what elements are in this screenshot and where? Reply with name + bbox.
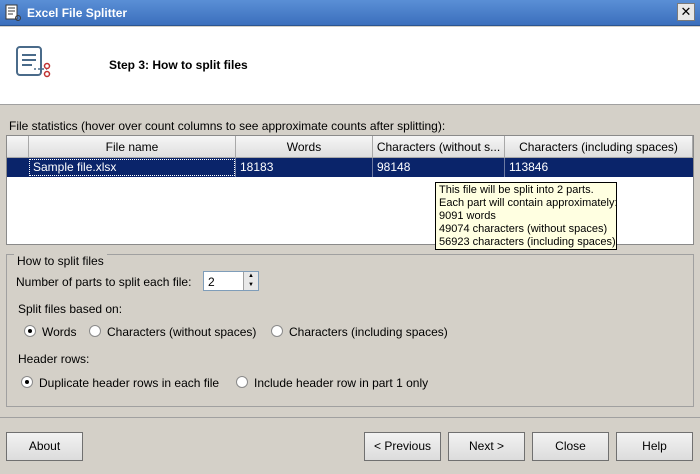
focus-rectangle (29, 159, 235, 176)
title-bar: Excel File Splitter ✕ (0, 0, 700, 26)
tooltip-line: Each part will contain approximately: (439, 197, 618, 209)
radio-split-chars-including-spaces[interactable] (271, 325, 283, 337)
close-button[interactable]: Close (532, 432, 609, 461)
next-button[interactable]: Next > (448, 432, 525, 461)
parts-label: Number of parts to split each file: (16, 275, 192, 289)
radio-duplicate-header-label[interactable]: Duplicate header rows in each file (39, 376, 219, 390)
column-header-characters-including-spaces[interactable]: Characters (including spaces) (505, 136, 693, 158)
tooltip-line: This file will be split into 2 parts. (439, 184, 594, 196)
spin-down-icon[interactable]: ▼ (244, 281, 258, 290)
radio-header-part1-only-label[interactable]: Include header row in part 1 only (254, 376, 428, 390)
tooltip-line: 49074 characters (without spaces) (439, 223, 608, 235)
app-icon (5, 4, 21, 21)
about-button[interactable]: About (6, 432, 83, 461)
parts-stepper[interactable]: 2 ▲ ▼ (203, 271, 259, 291)
radio-header-part1-only[interactable] (236, 376, 248, 388)
document-scissors-icon (16, 46, 51, 78)
radio-split-words-label[interactable]: Words (42, 325, 76, 339)
cell-words[interactable]: 18183 (236, 158, 373, 177)
step-title: Step 3: How to split files (109, 58, 248, 72)
row-selector[interactable] (7, 158, 28, 177)
file-statistics-label: File statistics (hover over count column… (9, 119, 446, 133)
wizard-header: Step 3: How to split files (0, 27, 700, 105)
help-button[interactable]: Help (616, 432, 693, 461)
radio-split-chars-without-spaces[interactable] (89, 325, 101, 337)
parts-stepper-buttons[interactable]: ▲ ▼ (243, 272, 258, 290)
table-row[interactable]: Sample file.xlsx 18183 98148 113846 (7, 158, 693, 177)
footer-divider (0, 417, 700, 418)
header-rows-label: Header rows: (18, 352, 90, 366)
row-header-corner (7, 136, 29, 158)
cell-characters-without-spaces[interactable]: 98148 (373, 158, 505, 177)
cell-characters-including-spaces[interactable]: 113846 (505, 158, 693, 177)
parts-value[interactable]: 2 (208, 275, 215, 289)
split-based-label: Split files based on: (18, 302, 123, 316)
split-options-title: How to split files (14, 254, 107, 268)
tooltip-line: 56923 characters (including spaces) (439, 236, 616, 248)
radio-duplicate-header[interactable] (21, 376, 33, 388)
tooltip-line: 9091 words (439, 210, 496, 222)
close-window-button[interactable]: ✕ (677, 3, 695, 21)
window-title: Excel File Splitter (27, 6, 128, 20)
column-header-words[interactable]: Words (236, 136, 373, 158)
radio-split-chars-without-spaces-label[interactable]: Characters (without spaces) (107, 325, 256, 339)
column-header-characters-without-spaces[interactable]: Characters (without s... (373, 136, 505, 158)
split-count-tooltip: This file will be split into 2 parts. Ea… (435, 182, 618, 250)
radio-split-words[interactable] (24, 325, 36, 337)
close-icon: ✕ (680, 4, 692, 19)
column-header-file-name[interactable]: File name (29, 136, 236, 158)
previous-button[interactable]: < Previous (364, 432, 441, 461)
radio-split-chars-including-spaces-label[interactable]: Characters (including spaces) (289, 325, 448, 339)
spin-up-icon[interactable]: ▲ (244, 272, 258, 281)
